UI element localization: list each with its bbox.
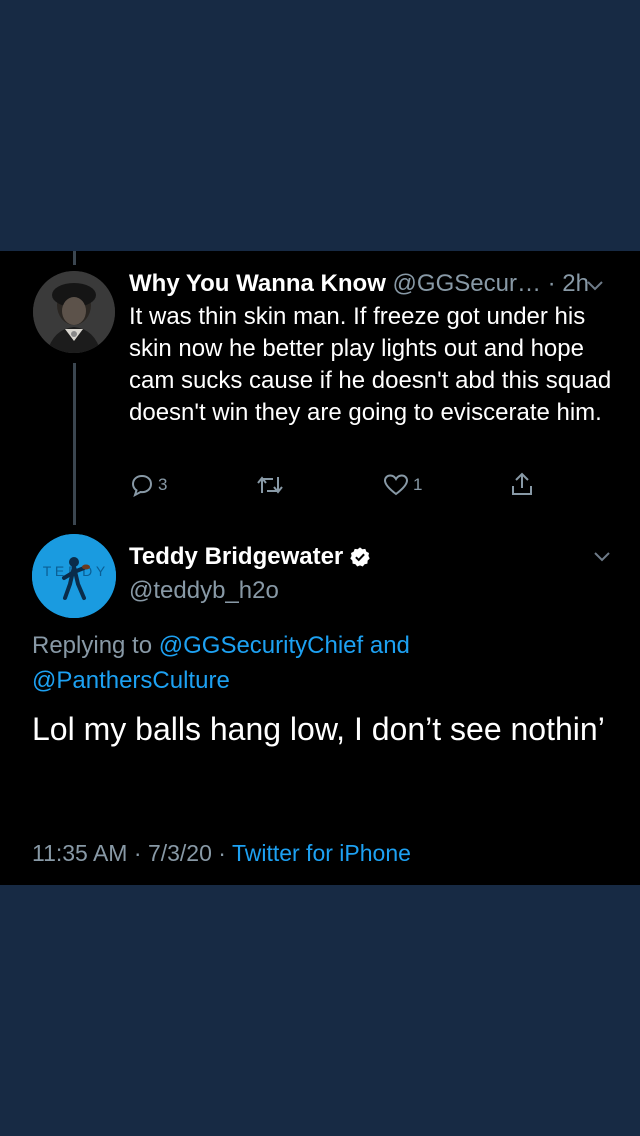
player-avatar-icon: T E D D Y xyxy=(32,534,116,618)
reply-mention-and[interactable]: and xyxy=(370,632,410,659)
parent-author-name[interactable]: Why You Wanna Know xyxy=(129,270,386,297)
chevron-down-icon[interactable] xyxy=(586,280,604,292)
tweet-actions: 3 1 xyxy=(0,470,640,504)
heart-icon xyxy=(383,474,409,496)
reply-mention-link-2[interactable]: @PanthersCulture xyxy=(32,667,230,694)
parent-tweet-time: 2h xyxy=(562,270,589,297)
parent-tweet-text: It was thin skin man. If freeze got unde… xyxy=(129,303,612,426)
chevron-down-icon[interactable] xyxy=(593,551,611,563)
share-icon xyxy=(512,472,532,495)
reply-count: 3 xyxy=(158,475,168,494)
tweet-time: 11:35 AM xyxy=(32,840,128,866)
separator-dot: · xyxy=(547,270,556,297)
like-count: 1 xyxy=(413,475,423,494)
main-author-name[interactable]: Teddy Bridgewater xyxy=(129,543,343,571)
verified-badge-icon xyxy=(350,547,370,567)
parent-author-handle[interactable]: @GGSecur… xyxy=(393,270,541,297)
retweet-button[interactable] xyxy=(256,473,284,497)
like-button[interactable]: 1 xyxy=(383,473,422,497)
tweet-card: Why You Wanna Know @GGSecur… · 2h It was… xyxy=(0,251,640,885)
share-button[interactable] xyxy=(510,471,534,497)
main-author-name-row: Teddy Bridgewater xyxy=(129,543,371,571)
main-tweet-text: Lol my balls hang low, I don’t see nothi… xyxy=(32,711,605,747)
parent-avatar[interactable] xyxy=(33,271,115,353)
reply-button[interactable]: 3 xyxy=(130,473,167,497)
tweet-source-link[interactable]: Twitter for iPhone xyxy=(232,840,411,866)
separator-dot: · xyxy=(133,840,142,866)
portrait-avatar-icon xyxy=(33,271,115,353)
reply-icon xyxy=(131,474,153,497)
parent-tweet-header: Why You Wanna Know @GGSecur… · 2h xyxy=(129,269,609,299)
retweet-icon xyxy=(257,476,283,494)
reply-mention-link-1[interactable]: @GGSecurityChief xyxy=(159,632,363,659)
tweet-date: 7/3/20 xyxy=(147,840,212,866)
replying-to: Replying to @GGSecurityChief and @Panthe… xyxy=(32,628,612,698)
replying-prefix: Replying to xyxy=(32,632,153,659)
main-avatar[interactable]: T E D D Y xyxy=(32,534,116,618)
thread-line-top xyxy=(73,251,76,265)
main-author-handle[interactable]: @teddyb_h2o xyxy=(129,577,279,605)
separator-dot: · xyxy=(218,840,226,866)
tweet-metadata: 11:35 AM · 7/3/20 · Twitter for iPhone xyxy=(32,840,411,867)
